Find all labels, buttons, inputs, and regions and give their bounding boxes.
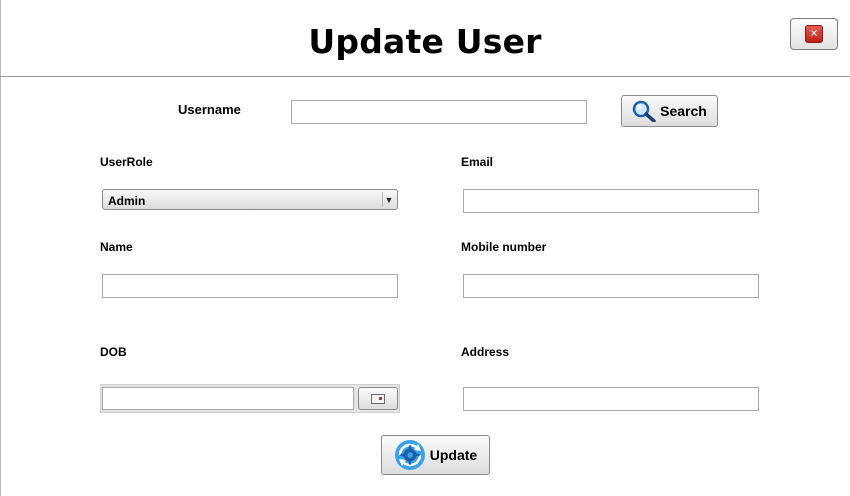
dob-picker-button[interactable] [358, 387, 398, 410]
dob-label: DOB [100, 345, 127, 359]
mobile-label: Mobile number [461, 240, 547, 254]
dob-input[interactable] [102, 387, 354, 410]
username-label: Username [178, 102, 241, 117]
email-input[interactable] [463, 189, 759, 213]
close-button[interactable]: ✕ [790, 18, 838, 50]
username-input[interactable] [291, 100, 587, 124]
search-button[interactable]: Search [621, 95, 718, 127]
dob-date-picker [100, 384, 400, 413]
mobile-input[interactable] [463, 274, 759, 298]
calendar-icon [371, 393, 385, 404]
name-input[interactable] [102, 274, 398, 298]
name-label: Name [100, 240, 133, 254]
address-input[interactable] [463, 387, 759, 411]
close-icon: ✕ [805, 25, 823, 43]
search-icon [632, 100, 656, 122]
dropdown-arrow-icon: ▼ [382, 192, 395, 207]
page-title: Update User [308, 22, 542, 61]
header-divider [0, 76, 850, 77]
address-label: Address [461, 345, 510, 359]
update-button-label: Update [429, 447, 478, 463]
search-button-label: Search [660, 103, 707, 119]
email-label: Email [461, 155, 494, 169]
window-left-border [0, 0, 1, 496]
update-button[interactable]: Update [381, 435, 490, 475]
refresh-gear-icon [394, 440, 425, 470]
userrole-label: UserRole [100, 155, 153, 169]
userrole-select[interactable]: Admin ▼ [102, 189, 398, 210]
userrole-selected-value: Admin [108, 194, 146, 208]
